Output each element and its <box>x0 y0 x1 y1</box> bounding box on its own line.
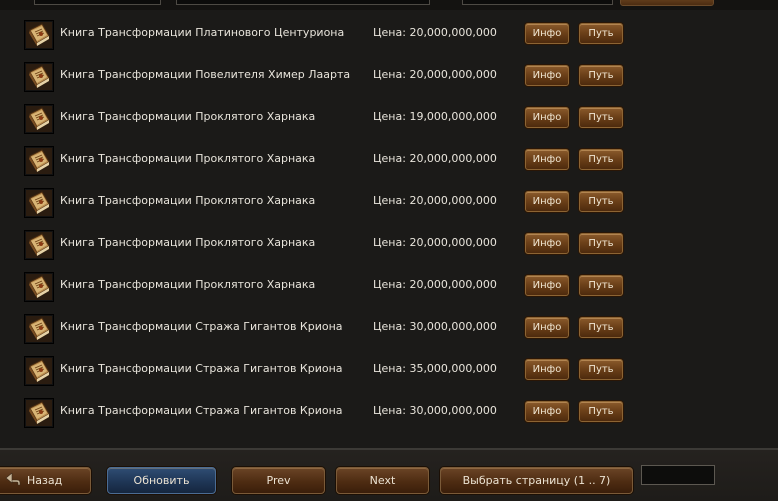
item-name: Книга Трансформации Платинового Центурио… <box>60 26 345 39</box>
item-price: Цена: 35,000,000,000 <box>373 362 497 375</box>
next-page-button[interactable]: Next <box>336 467 429 494</box>
item-name: Книга Трансформации Проклятого Харнака <box>60 278 316 291</box>
info-button[interactable]: Инфо <box>525 191 569 212</box>
path-button[interactable]: Путь <box>579 23 623 44</box>
item-name: Книга Трансформации Повелителя Химер Лаа… <box>60 68 351 81</box>
refresh-button[interactable]: Обновить <box>107 467 216 494</box>
info-button[interactable]: Инфо <box>525 233 569 254</box>
item-price: Цена: 30,000,000,000 <box>373 320 497 333</box>
item-name: Книга Трансформации Проклятого Харнака <box>60 152 316 165</box>
list-item: Книга Трансформации Проклятого Харнака Ц… <box>0 223 778 265</box>
item-price: Цена: 20,000,000,000 <box>373 278 497 291</box>
item-name: Книга Трансформации Стража Гигантов Крио… <box>60 320 343 333</box>
top-search-field[interactable] <box>34 0 161 5</box>
info-button[interactable]: Инфо <box>525 107 569 128</box>
spellbook-icon <box>24 146 54 176</box>
path-button[interactable]: Путь <box>579 359 623 380</box>
path-button[interactable]: Путь <box>579 317 623 338</box>
path-button[interactable]: Путь <box>579 401 623 422</box>
top-filter-field[interactable] <box>176 0 430 5</box>
spellbook-icon <box>24 20 54 50</box>
item-price: Цена: 20,000,000,000 <box>373 152 497 165</box>
item-name: Книга Трансформации Стража Гигантов Крио… <box>60 404 343 417</box>
select-page-button[interactable]: Выбрать страницу (1 .. 7) <box>440 467 633 494</box>
item-name: Книга Трансформации Проклятого Харнака <box>60 236 316 249</box>
list-item: Книга Трансформации Проклятого Харнака Ц… <box>0 265 778 307</box>
info-button[interactable]: Инфо <box>525 23 569 44</box>
top-toolbar <box>0 0 778 10</box>
list-item: Книга Трансформации Платинового Центурио… <box>0 13 778 55</box>
item-list: Книга Трансформации Платинового Центурио… <box>0 13 778 447</box>
list-item: Книга Трансформации Проклятого Харнака Ц… <box>0 139 778 181</box>
spellbook-icon <box>24 230 54 260</box>
path-button[interactable]: Путь <box>579 233 623 254</box>
page-number-input[interactable] <box>641 465 715 485</box>
path-button[interactable]: Путь <box>579 191 623 212</box>
top-search-button[interactable] <box>620 0 714 6</box>
path-button[interactable]: Путь <box>579 107 623 128</box>
prev-page-button[interactable]: Prev <box>232 467 325 494</box>
path-button[interactable]: Путь <box>579 65 623 86</box>
spellbook-icon <box>24 188 54 218</box>
info-button[interactable]: Инфо <box>525 401 569 422</box>
spellbook-icon <box>24 104 54 134</box>
list-item: Книга Трансформации Стража Гигантов Крио… <box>0 307 778 349</box>
path-button[interactable]: Путь <box>579 149 623 170</box>
item-price: Цена: 30,000,000,000 <box>373 404 497 417</box>
spellbook-icon <box>24 398 54 428</box>
back-button[interactable]: Назад <box>0 467 91 494</box>
spellbook-icon <box>24 356 54 386</box>
info-button[interactable]: Инфо <box>525 65 569 86</box>
item-price: Цена: 20,000,000,000 <box>373 194 497 207</box>
item-name: Книга Трансформации Стража Гигантов Крио… <box>60 362 343 375</box>
list-item: Книга Трансформации Повелителя Химер Лаа… <box>0 55 778 97</box>
back-arrow-icon <box>5 473 21 486</box>
info-button[interactable]: Инфо <box>525 275 569 296</box>
item-price: Цена: 19,000,000,000 <box>373 110 497 123</box>
list-item: Книга Трансформации Проклятого Харнака Ц… <box>0 97 778 139</box>
item-name: Книга Трансформации Проклятого Харнака <box>60 110 316 123</box>
list-item: Книга Трансформации Стража Гигантов Крио… <box>0 391 778 433</box>
spellbook-icon <box>24 272 54 302</box>
list-item: Книга Трансформации Проклятого Харнака Ц… <box>0 181 778 223</box>
list-item: Книга Трансформации Стража Гигантов Крио… <box>0 349 778 391</box>
path-button[interactable]: Путь <box>579 275 623 296</box>
item-name: Книга Трансформации Проклятого Харнака <box>60 194 316 207</box>
spellbook-icon <box>24 62 54 92</box>
back-label: Назад <box>27 474 63 487</box>
item-price: Цена: 20,000,000,000 <box>373 236 497 249</box>
info-button[interactable]: Инфо <box>525 317 569 338</box>
spellbook-icon <box>24 314 54 344</box>
item-price: Цена: 20,000,000,000 <box>373 26 497 39</box>
info-button[interactable]: Инфо <box>525 149 569 170</box>
top-sort-field[interactable] <box>462 0 613 5</box>
info-button[interactable]: Инфо <box>525 359 569 380</box>
item-price: Цена: 20,000,000,000 <box>373 68 497 81</box>
